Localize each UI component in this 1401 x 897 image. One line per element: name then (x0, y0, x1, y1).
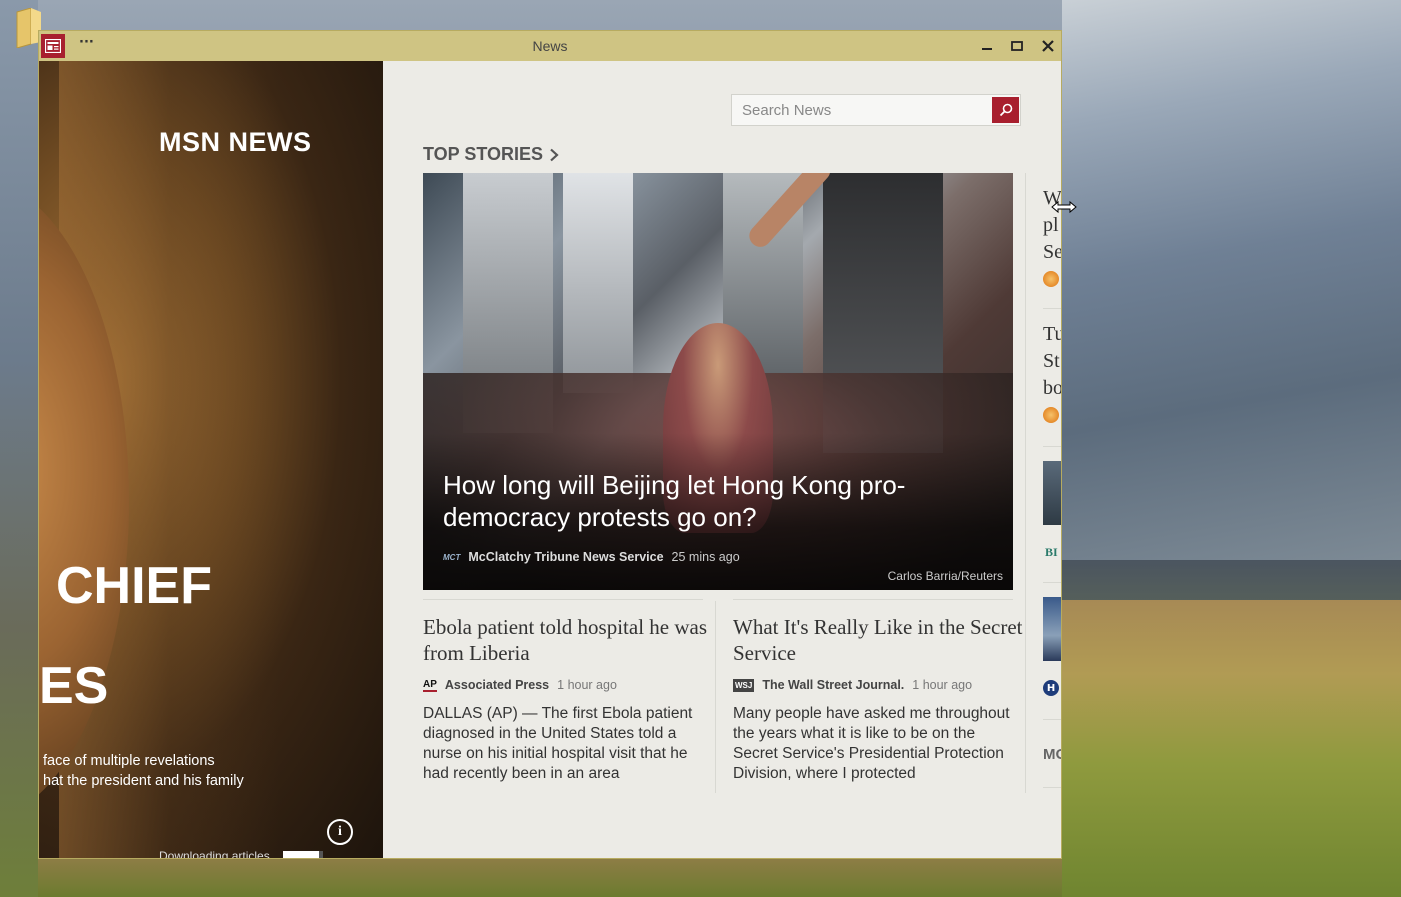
right-story-2-line: bo (1043, 377, 1062, 399)
story-body: DALLAS (AP) — The first Ebola patient di… (423, 705, 693, 782)
search-input[interactable] (732, 95, 990, 125)
main-story-time: 25 mins ago (671, 550, 740, 564)
news-app-window: ··· News MSN NEWS CHIEF ES face of multi… (38, 30, 1062, 859)
desktop-sky (1062, 0, 1401, 560)
story-meta: WSJ The Wall Street Journal. 1 hour ago (733, 678, 1023, 692)
right-story-2[interactable]: Tu St bo (1043, 321, 1062, 402)
source-badge-icon (1043, 271, 1059, 287)
source-logo-icon: H (1043, 680, 1059, 696)
hero-headline-line1: CHIEF (56, 557, 212, 615)
story-source: The Wall Street Journal. (762, 678, 905, 692)
desktop-background-left (0, 0, 38, 897)
right-story-3-thumbnail[interactable] (1043, 461, 1061, 525)
top-stories-header[interactable]: TOP STORIES (423, 144, 559, 165)
search-box (731, 94, 1021, 126)
ap-logo: AP (423, 678, 437, 692)
mct-logo: MCT (443, 552, 461, 562)
resize-cursor-icon (1051, 200, 1077, 214)
divider (423, 599, 703, 600)
search-icon (999, 103, 1012, 117)
hero-summary-line2: hat the president and his family (43, 773, 244, 789)
maximize-button[interactable] (1004, 34, 1030, 58)
desktop-field (1062, 600, 1401, 897)
main-story-meta: MCT McClatchy Tribune News Service 25 mi… (443, 550, 740, 564)
top-stories-label: TOP STORIES (423, 144, 544, 164)
brand-title: MSN NEWS (159, 127, 312, 157)
story-card-ebola[interactable]: Ebola patient told hospital he was from … (423, 614, 713, 784)
photo-credit: Carlos Barria/Reuters (887, 569, 1003, 583)
maximize-icon (1011, 41, 1023, 51)
divider (1043, 446, 1061, 447)
download-status: Downloading articles (159, 849, 270, 859)
right-story-2-line: Tu (1043, 323, 1061, 345)
story-title[interactable]: Ebola patient told hospital he was from … (423, 614, 713, 666)
hero-panel[interactable]: MSN NEWS CHIEF ES face of multiple revel… (39, 61, 383, 859)
wsj-logo: WSJ (733, 678, 755, 692)
photo-building (563, 173, 633, 393)
main-story-card[interactable]: How long will Beijing let Hong Kong pro-… (423, 173, 1013, 590)
column-divider (715, 601, 716, 793)
divider (1043, 719, 1061, 720)
right-story-1-line: Se (1043, 241, 1062, 263)
download-progress-bar (283, 851, 323, 858)
title-bar[interactable]: ··· News (39, 31, 1061, 61)
search-button[interactable] (992, 97, 1019, 123)
story-body: Many people have asked me throughout the… (733, 705, 1010, 782)
main-story-source: McClatchy Tribune News Service (468, 550, 664, 564)
divider (1043, 308, 1061, 309)
divider (1043, 787, 1061, 788)
close-button[interactable] (1035, 34, 1061, 58)
story-card-secret-service[interactable]: What It's Really Like in the Secret Serv… (733, 614, 1023, 784)
right-story-1[interactable]: W pl Se (1043, 185, 1062, 266)
info-icon[interactable]: i (327, 819, 353, 845)
story-title[interactable]: What It's Really Like in the Secret Serv… (733, 614, 1023, 666)
story-source: Associated Press (444, 678, 550, 692)
chevron-right-icon (550, 148, 559, 161)
story-time: 1 hour ago (912, 678, 973, 692)
story-time: 1 hour ago (557, 678, 617, 692)
right-story-column: W pl Se Tu St bo BI H MO (1043, 173, 1062, 793)
minimize-button[interactable] (974, 34, 1000, 58)
source-badge-icon (1043, 407, 1059, 423)
story-meta: AP Associated Press 1 hour ago (423, 678, 713, 692)
close-icon (1042, 40, 1054, 52)
desktop-ground (38, 859, 1062, 897)
right-story-1-line: pl (1043, 214, 1059, 236)
download-progress-fill (283, 851, 319, 858)
divider (1043, 582, 1061, 583)
column-divider (1025, 173, 1026, 793)
minimize-icon (982, 48, 992, 50)
hero-summary: face of multiple revelations hat the pre… (43, 751, 363, 791)
divider (733, 599, 1013, 600)
right-story-4-thumbnail[interactable] (1043, 597, 1061, 661)
hero-headline-line2: ES (39, 657, 109, 715)
right-story-2-line: St (1043, 350, 1060, 372)
window-title: News (532, 38, 568, 54)
main-story-headline[interactable]: How long will Beijing let Hong Kong pro-… (443, 469, 983, 533)
more-link[interactable]: MO (1043, 746, 1061, 763)
bi-logo: BI (1045, 545, 1058, 559)
hero-summary-line1: face of multiple revelations (43, 753, 215, 769)
